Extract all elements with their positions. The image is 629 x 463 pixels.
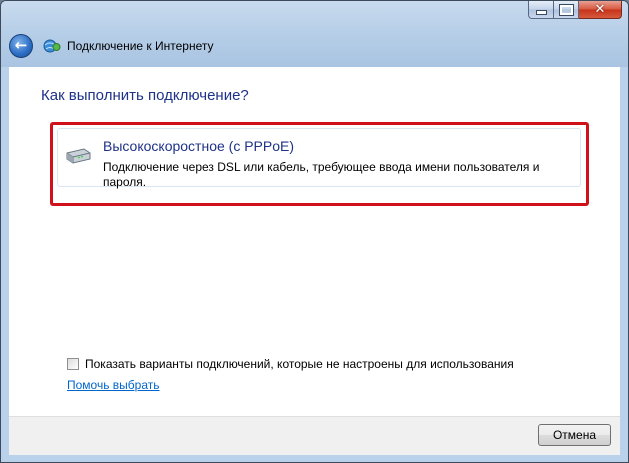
back-button[interactable]: ← xyxy=(9,34,33,58)
wizard-nav-row: ← Подключение к Интернету xyxy=(9,33,214,59)
close-button[interactable]: ✕ xyxy=(579,1,622,19)
option-broadband-pppoe[interactable]: Высокоскоростное (с PPPoE) Подключение ч… xyxy=(57,128,581,189)
connection-wizard-window: ✕ ← Подключение к Интернету Как выполнит… xyxy=(0,0,629,463)
option-title: Высокоскоростное (с PPPoE) xyxy=(103,138,295,154)
minimize-icon xyxy=(535,9,547,15)
back-arrow-icon: ← xyxy=(14,36,28,54)
caption-buttons: ✕ xyxy=(528,1,622,20)
show-unconfigured-row: Показать варианты подключений, которые н… xyxy=(67,357,514,371)
window-title: Подключение к Интернету xyxy=(67,39,214,53)
maximize-icon xyxy=(558,3,574,16)
network-globe-icon xyxy=(43,39,61,53)
show-unconfigured-label[interactable]: Показать варианты подключений, которые н… xyxy=(85,357,514,371)
option-description: Подключение через DSL или кабель, требую… xyxy=(103,160,540,189)
minimize-button[interactable] xyxy=(528,1,554,19)
title-bar: ✕ ← Подключение к Интернету xyxy=(1,1,628,67)
show-unconfigured-checkbox[interactable] xyxy=(67,358,79,370)
wizard-footer: Отмена xyxy=(9,416,620,455)
help-choose-link[interactable]: Помочь выбрать xyxy=(67,378,160,392)
cancel-button[interactable]: Отмена xyxy=(538,424,611,446)
page-heading: Как выполнить подключение? xyxy=(41,87,249,104)
close-icon: ✕ xyxy=(594,2,606,17)
maximize-button[interactable] xyxy=(554,1,579,19)
wizard-content: Как выполнить подключение? Высокоскорост… xyxy=(9,67,620,416)
broadband-modem-icon xyxy=(66,148,91,164)
